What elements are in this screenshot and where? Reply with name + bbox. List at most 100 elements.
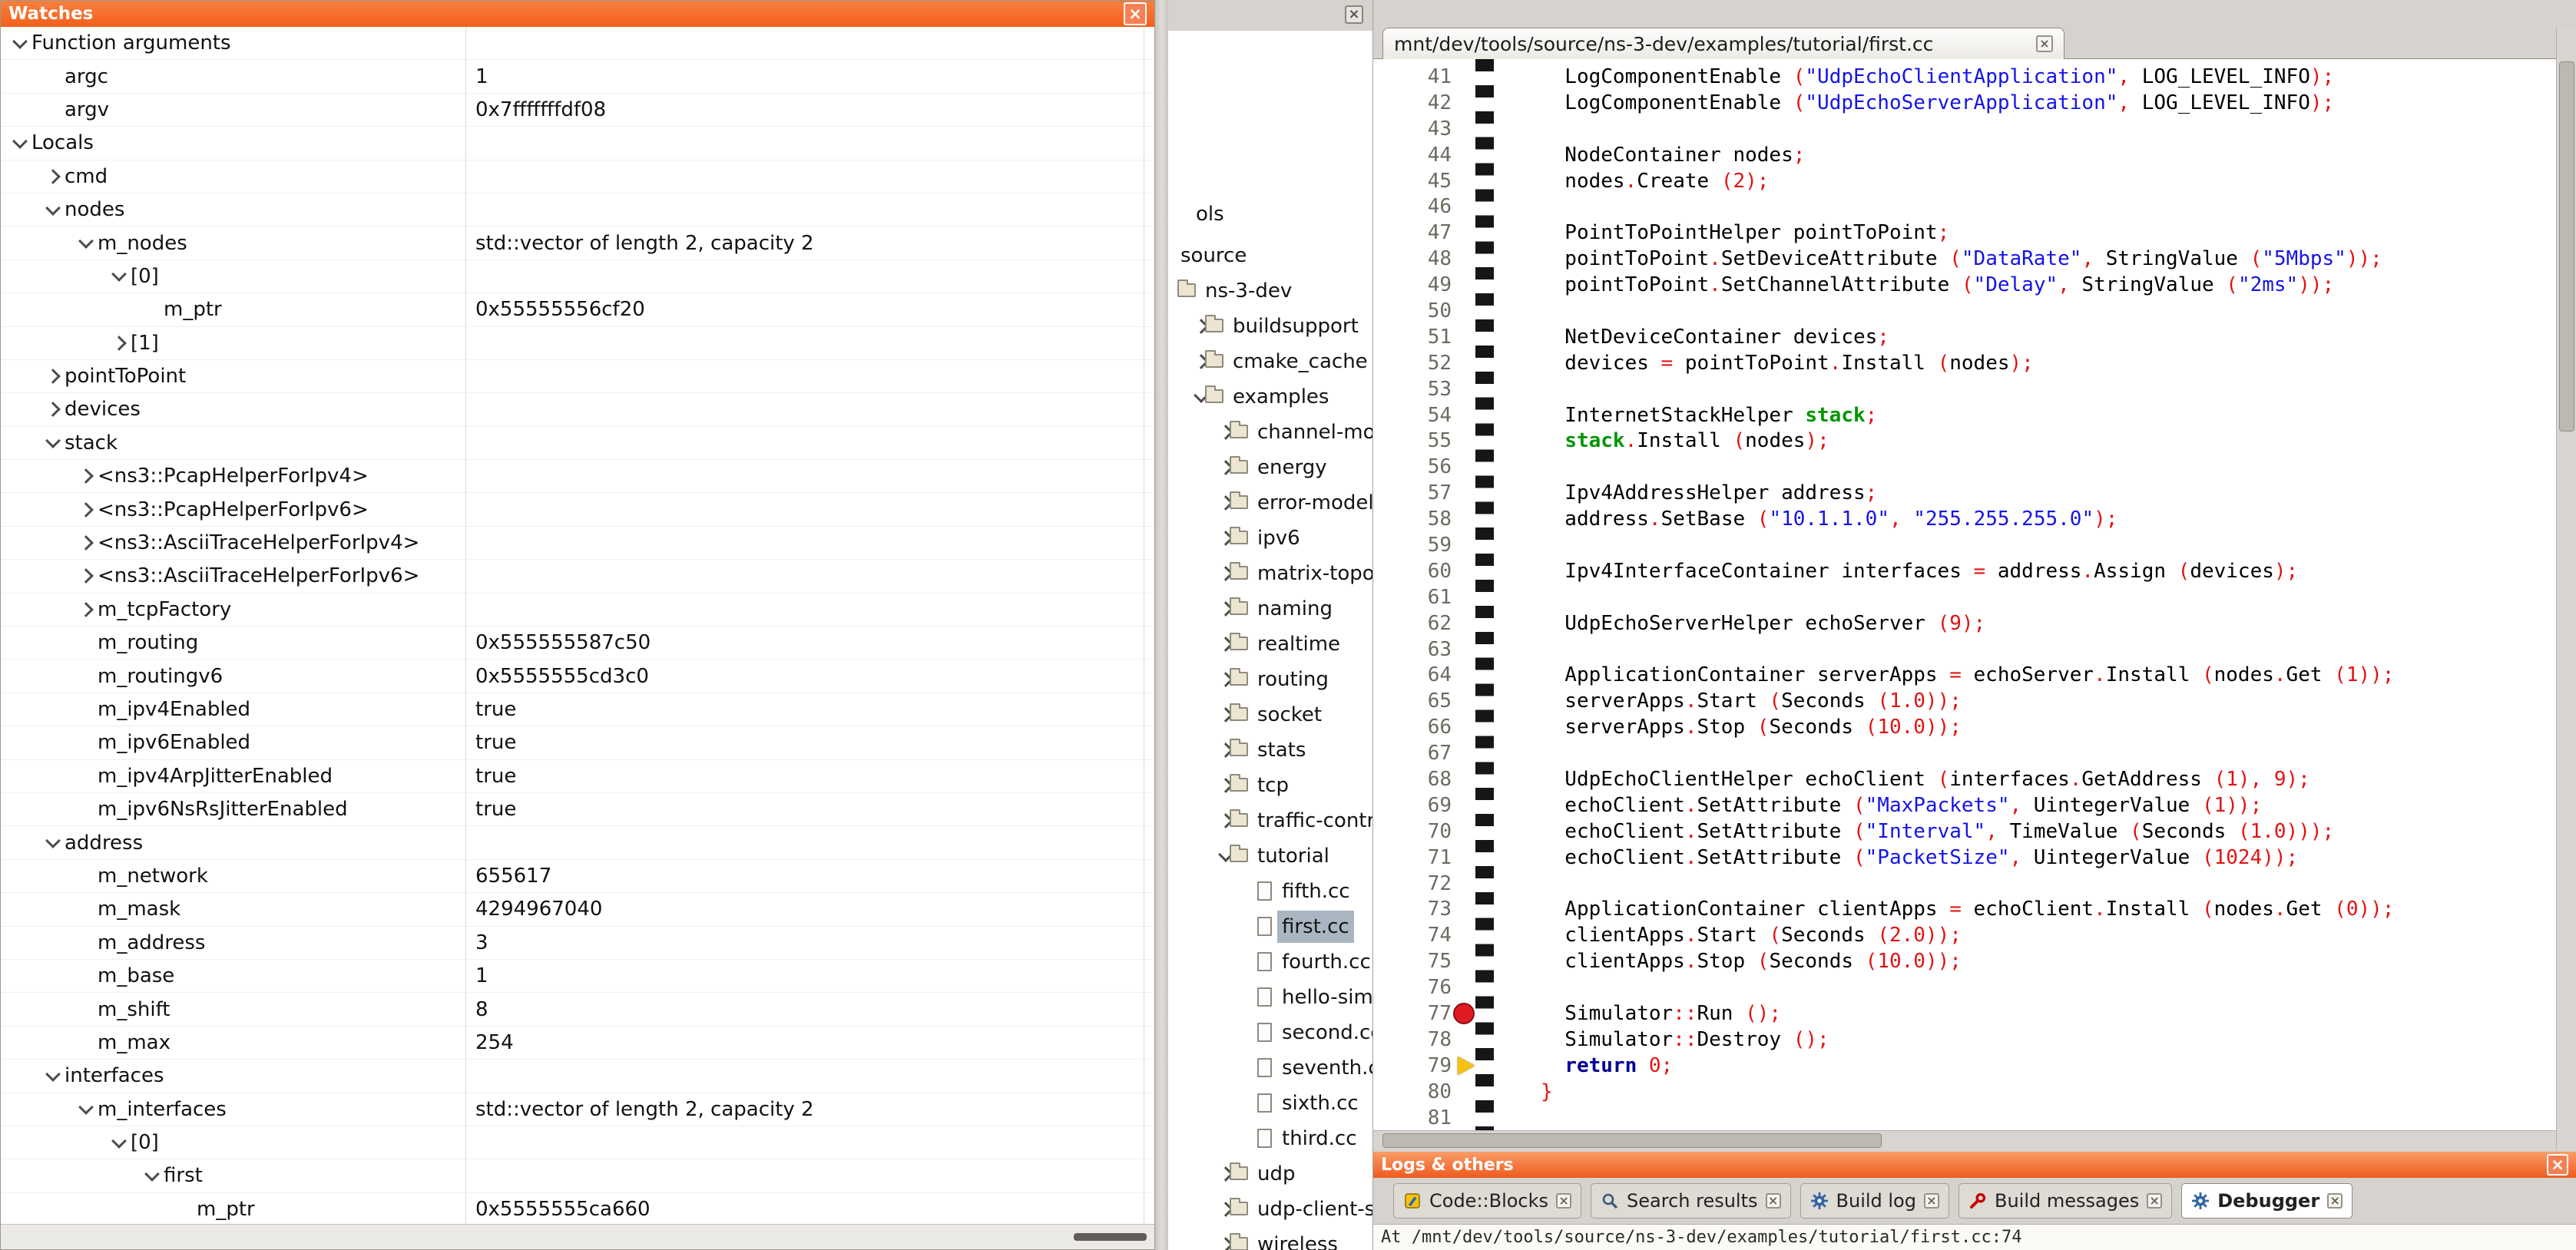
code-line-52[interactable]: 52 devices = pointToPoint.Install (nodes… — [1373, 350, 2556, 376]
code-text[interactable]: pointToPoint.SetChannelAttribute ("Delay… — [1541, 273, 2334, 296]
line-number[interactable]: 55 — [1373, 429, 1458, 452]
code-line-74[interactable]: 74 clientApps.Start (Seconds (2.0)); — [1373, 922, 2556, 948]
code-line-67[interactable]: 67 — [1373, 740, 2556, 766]
tab-close-button[interactable]: × — [1556, 1193, 1571, 1209]
code-text[interactable]: Ipv4AddressHelper address; — [1541, 481, 1877, 504]
tree-item-seventh-cc[interactable]: seventh.cc — [1168, 1052, 1372, 1084]
watch-row-m-max[interactable]: m_max254 — [1, 1027, 1154, 1060]
code-line-69[interactable]: 69 echoClient.SetAttribute ("MaxPackets"… — [1373, 792, 2556, 818]
code-line-79[interactable]: 79 return 0; — [1373, 1053, 2556, 1079]
tree-item-examples[interactable]: examples — [1168, 381, 1372, 413]
collapse-arrow-icon[interactable] — [41, 1073, 65, 1080]
watches-hscrollbar[interactable] — [1, 1224, 1154, 1249]
code-line-41[interactable]: 41 LogComponentEnable ("UdpEchoClientApp… — [1373, 64, 2556, 90]
tree-item-ols[interactable]: ols — [1168, 198, 1372, 230]
line-number[interactable]: 56 — [1373, 455, 1458, 478]
watch-row-m-base[interactable]: m_base1 — [1, 960, 1154, 993]
watches-close-button[interactable]: × — [1124, 2, 1147, 25]
code-line-54[interactable]: 54 InternetStackHelper stack; — [1373, 402, 2556, 428]
watch-row-argc[interactable]: argc1 — [1, 60, 1154, 93]
logs-tab-code-blocks[interactable]: Code::Blocks× — [1393, 1183, 1581, 1219]
code-line-77[interactable]: 77 Simulator::Run (); — [1373, 1000, 2556, 1027]
watch-row-m-ipv6enabled[interactable]: m_ipv6Enabledtrue — [1, 726, 1154, 759]
tree-item-routing[interactable]: routing — [1168, 663, 1372, 696]
watch-row-m-ipv4enabled[interactable]: m_ipv4Enabledtrue — [1, 693, 1154, 726]
pane-splitter[interactable] — [1155, 0, 1168, 1250]
tree-item-tutorial[interactable]: tutorial — [1168, 840, 1372, 872]
code-line-45[interactable]: 45 nodes.Create (2); — [1373, 168, 2556, 194]
line-number[interactable]: 80 — [1373, 1080, 1458, 1103]
code-text[interactable]: serverApps.Start (Seconds (1.0)); — [1541, 689, 1962, 713]
line-number[interactable]: 65 — [1373, 689, 1458, 713]
line-number[interactable]: 52 — [1373, 352, 1458, 375]
code-line-64[interactable]: 64 ApplicationContainer serverApps = ech… — [1373, 662, 2556, 688]
expand-arrow-icon[interactable] — [41, 404, 65, 415]
code-line-70[interactable]: 70 echoClient.SetAttribute ("Interval", … — [1373, 818, 2556, 845]
logs-tab-build-log[interactable]: Build log× — [1800, 1183, 1949, 1219]
tree-item-hello-simulator-cc[interactable]: hello-simulator.cc — [1168, 981, 1372, 1014]
line-number[interactable]: 60 — [1373, 560, 1458, 583]
line-number[interactable]: 77 — [1373, 1002, 1458, 1025]
collapse-arrow-icon[interactable] — [8, 40, 31, 47]
code-text[interactable]: echoClient.SetAttribute ("Interval", Tim… — [1541, 820, 2334, 843]
watch-row-interfaces[interactable]: interfaces — [1, 1060, 1154, 1093]
collapse-arrow-icon[interactable] — [41, 439, 65, 446]
code-line-73[interactable]: 73 ApplicationContainer clientApps = ech… — [1373, 897, 2556, 923]
line-number[interactable]: 75 — [1373, 950, 1458, 973]
watch-row-m-ptr[interactable]: m_ptr0x55555556cf20 — [1, 293, 1154, 326]
code-text[interactable]: devices = pointToPoint.Install (nodes); — [1541, 352, 2034, 375]
code-text[interactable]: return 0; — [1541, 1054, 1673, 1077]
line-number[interactable]: 81 — [1373, 1106, 1458, 1129]
code-text[interactable]: Ipv4InterfaceContainer interfaces = addr… — [1541, 560, 2298, 583]
tree-item-buildsupport[interactable]: buildsupport — [1168, 310, 1372, 342]
code-line-71[interactable]: 71 echoClient.SetAttribute ("PacketSize"… — [1373, 845, 2556, 871]
collapse-arrow-icon[interactable] — [108, 273, 131, 279]
code-text[interactable]: nodes.Create (2); — [1541, 170, 1769, 193]
line-number[interactable]: 44 — [1373, 144, 1458, 167]
watch-row-m-address[interactable]: m_address3 — [1, 927, 1154, 960]
tree-item-ns-3-dev[interactable]: ns-3-dev — [1168, 275, 1372, 307]
code-text[interactable]: NodeContainer nodes; — [1541, 144, 1805, 167]
code-text[interactable]: UdpEchoClientHelper echoClient (interfac… — [1541, 768, 2310, 791]
watch-row-ns3-pcaphelperforipv6[interactable]: <ns3::PcapHelperForIpv6> — [1, 493, 1154, 526]
tree-item-socket[interactable]: socket — [1168, 699, 1372, 731]
tree-item-traffic-control[interactable]: traffic-control — [1168, 805, 1372, 837]
code-text[interactable]: echoClient.SetAttribute ("MaxPackets", U… — [1541, 794, 2262, 817]
code-text[interactable]: } — [1541, 1080, 1553, 1103]
tree-item-second-cc[interactable]: second.cc — [1168, 1017, 1372, 1049]
line-number[interactable]: 72 — [1373, 872, 1458, 895]
line-number[interactable]: 66 — [1373, 716, 1458, 739]
code-line-47[interactable]: 47 PointToPointHelper pointToPoint; — [1373, 220, 2556, 246]
tab-close-button[interactable]: × — [1924, 1193, 1939, 1209]
code-line-72[interactable]: 72 — [1373, 871, 2556, 897]
code-text[interactable]: clientApps.Stop (Seconds (10.0)); — [1541, 950, 1962, 973]
tree-item-naming[interactable]: naming — [1168, 593, 1372, 625]
code-text[interactable]: UdpEchoServerHelper echoServer (9); — [1541, 612, 1985, 635]
collapse-arrow-icon[interactable] — [74, 1106, 98, 1113]
watch-row-address[interactable]: address — [1, 826, 1154, 859]
watch-row-m-routingv6[interactable]: m_routingv60x5555555cd3c0 — [1, 660, 1154, 693]
tree-item-wireless[interactable]: wireless — [1168, 1229, 1372, 1250]
watch-row-cmd[interactable]: cmd — [1, 160, 1154, 193]
watch-row-m-mask[interactable]: m_mask4294967040 — [1, 893, 1154, 926]
watch-row-m-interfaces[interactable]: m_interfacesstd::vector of length 2, cap… — [1, 1093, 1154, 1126]
breakpoint-icon[interactable] — [1453, 1003, 1475, 1024]
tree-item-ipv6[interactable]: ipv6 — [1168, 522, 1372, 554]
watch-row-m-ptr[interactable]: m_ptr0x5555555ca660 — [1, 1193, 1154, 1225]
code-line-81[interactable]: 81 — [1373, 1105, 2556, 1130]
code-text[interactable]: InternetStackHelper stack; — [1541, 404, 1877, 427]
expand-arrow-icon[interactable] — [41, 371, 65, 382]
watch-row-m-ipv6nsrsjitterenabled[interactable]: m_ipv6NsRsJitterEnabledtrue — [1, 793, 1154, 826]
line-number[interactable]: 73 — [1373, 898, 1458, 921]
code-line-60[interactable]: 60 Ipv4InterfaceContainer interfaces = a… — [1373, 558, 2556, 584]
line-number[interactable]: 79 — [1373, 1054, 1458, 1077]
collapse-arrow-icon[interactable] — [41, 839, 65, 846]
code-line-44[interactable]: 44 NodeContainer nodes; — [1373, 142, 2556, 168]
code-text[interactable]: LogComponentEnable ("UdpEchoServerApplic… — [1541, 91, 2334, 114]
editor-vscrollbar[interactable] — [2556, 28, 2576, 1149]
code-text[interactable]: serverApps.Stop (Seconds (10.0)); — [1541, 716, 1962, 739]
code-line-42[interactable]: 42 LogComponentEnable ("UdpEchoServerApp… — [1373, 90, 2556, 116]
tab-close-button[interactable]: × — [2036, 35, 2053, 52]
editor-tab-first-cc[interactable]: mnt/dev/tools/source/ns-3-dev/examples/t… — [1382, 28, 2064, 59]
code-line-57[interactable]: 57 Ipv4AddressHelper address; — [1373, 480, 2556, 506]
